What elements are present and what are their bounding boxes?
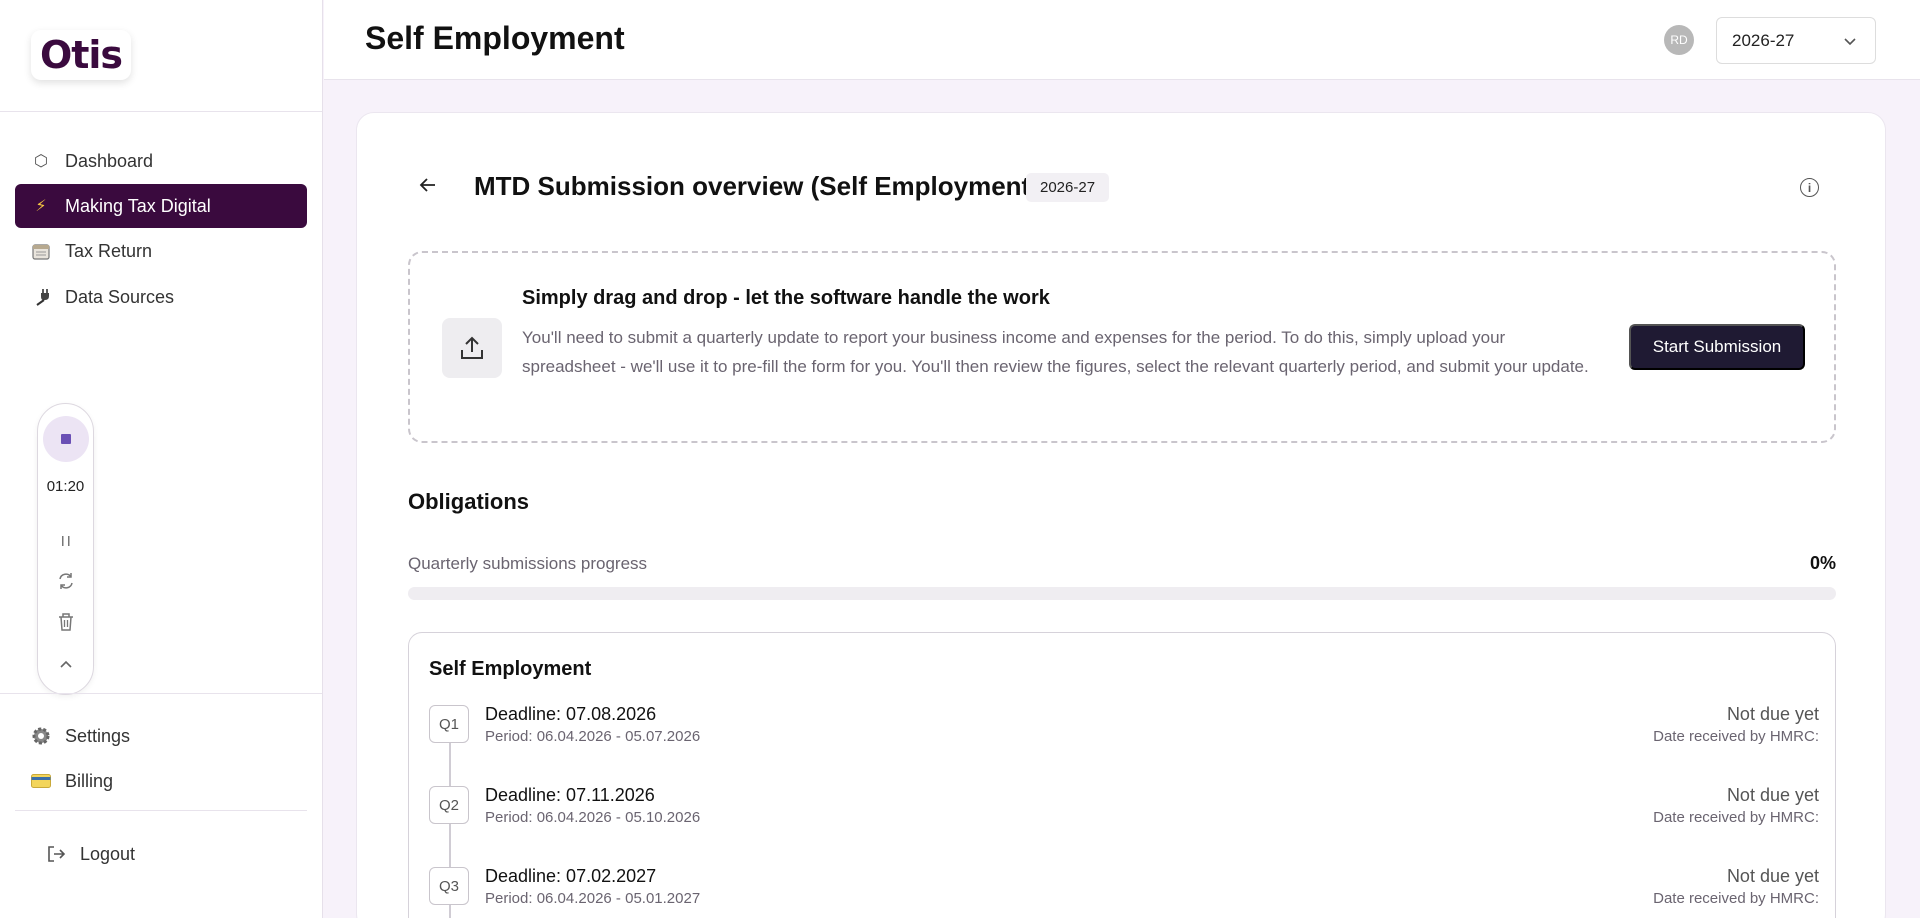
sidebar-item-dashboard[interactable]: ⬡ Dashboard [15,139,307,183]
quarter-status: Not due yet [1726,704,1819,724]
top-bar: Self Employment RD 2026-27 [324,0,1920,80]
progress-value: 0% [1810,553,1837,573]
quarter-received-date: Date received by HMRC: [1653,809,1819,826]
logout-button[interactable]: Logout [30,832,322,876]
lightning-icon: ⚡ [35,198,47,215]
recording-timer: 01:20 [46,478,85,495]
sidebar-item-making-tax-digital[interactable]: ⚡ Making Tax Digital [15,184,307,228]
quarter-badge: Q2 [429,786,469,824]
credit-card-icon [29,774,53,788]
collapse-recorder-button[interactable] [38,650,93,678]
quarter-deadline: Deadline: 07.02.2027 [485,866,657,886]
chevron-up-icon [59,660,72,668]
quarter-row[interactable]: Q1 Deadline: 07.08.2026 Period: 06.04.20… [429,701,1819,761]
obligations-title: Obligations [408,489,529,514]
logout-label: Logout [80,843,136,864]
quarter-received-date: Date received by HMRC: [1653,890,1819,907]
sidebar-item-label: Data Sources [65,286,175,307]
upload-dropzone[interactable]: Simply drag and drop - let the software … [408,251,1836,443]
back-button[interactable] [419,173,437,199]
restart-button[interactable] [38,567,93,595]
card-title: MTD Submission overview (Self Employment… [474,171,1039,201]
sidebar-item-settings[interactable]: Settings [15,714,307,758]
chevron-down-icon [1843,33,1857,49]
plug-icon [29,288,53,306]
screen-recorder-widget: 01:20 [37,403,94,695]
self-employment-title: Self Employment [429,658,592,680]
arrow-left-icon [419,178,435,192]
gear-icon [29,726,53,746]
dropzone-description: You'll need to submit a quarterly update… [522,328,1589,376]
progress-bar [408,587,1836,600]
sidebar: Otis ⬡ Dashboard ⚡ Making Tax Digital Ta… [0,0,323,918]
quarter-period: Period: 06.04.2026 - 05.07.2026 [485,728,701,745]
refresh-icon [58,573,73,589]
quarter-row[interactable]: Q2 Deadline: 07.11.2026 Period: 06.04.20… [429,782,1819,842]
quarter-period: Period: 06.04.2026 - 05.10.2026 [485,809,701,826]
upload-icon [442,318,502,378]
start-submission-button[interactable]: Start Submission [1629,324,1805,370]
progress-label: Quarterly submissions progress [408,554,648,573]
self-employment-panel: Self Employment Q1 Deadline: 07.08.2026 … [408,632,1836,918]
quarter-badge: Q1 [429,705,469,743]
sidebar-item-billing[interactable]: Billing [15,759,307,803]
logout-icon [44,844,68,864]
sidebar-item-label: Tax Return [65,240,153,261]
delete-recording-button[interactable] [38,608,93,636]
avatar[interactable]: RD [1664,25,1694,55]
quarter-badge: Q3 [429,867,469,905]
sidebar-item-label: Billing [65,770,114,791]
sidebar-divider [15,810,307,811]
otis-logo[interactable]: Otis [31,30,131,80]
stop-recording-button[interactable] [43,416,89,462]
quarter-deadline: Deadline: 07.11.2026 [485,785,655,805]
quarter-status: Not due yet [1726,866,1819,886]
sidebar-item-label: Settings [65,725,131,746]
sidebar-divider [0,111,322,112]
info-icon[interactable]: i [1800,178,1819,197]
quarter-received-date: Date received by HMRC: [1653,728,1819,745]
quarter-period: Period: 06.04.2026 - 05.01.2027 [485,890,701,907]
calendar-icon [29,242,53,260]
year-badge: 2026-27 [1026,173,1110,202]
trash-icon [58,613,73,631]
tax-year-value: 2026-27 [1732,30,1795,50]
hexagon-icon: ⬡ [34,153,48,170]
pause-button[interactable] [38,527,93,555]
sidebar-item-label: Dashboard [65,150,154,171]
sidebar-item-tax-return[interactable]: Tax Return [15,229,307,273]
quarter-deadline: Deadline: 07.08.2026 [485,704,657,724]
sidebar-divider [0,693,322,694]
pause-icon [61,536,69,546]
tax-year-select[interactable]: 2026-27 [1716,17,1876,64]
quarter-row[interactable]: Q3 Deadline: 07.02.2027 Period: 06.04.20… [429,863,1819,918]
sidebar-item-data-sources[interactable]: Data Sources [15,275,307,319]
sidebar-item-label: Making Tax Digital [65,195,211,216]
dropzone-title: Simply drag and drop - let the software … [522,287,1050,309]
stop-icon [61,434,71,444]
submission-overview-card: MTD Submission overview (Self Employment… [356,112,1886,918]
quarter-status: Not due yet [1726,785,1819,805]
page-title: Self Employment [365,20,625,56]
